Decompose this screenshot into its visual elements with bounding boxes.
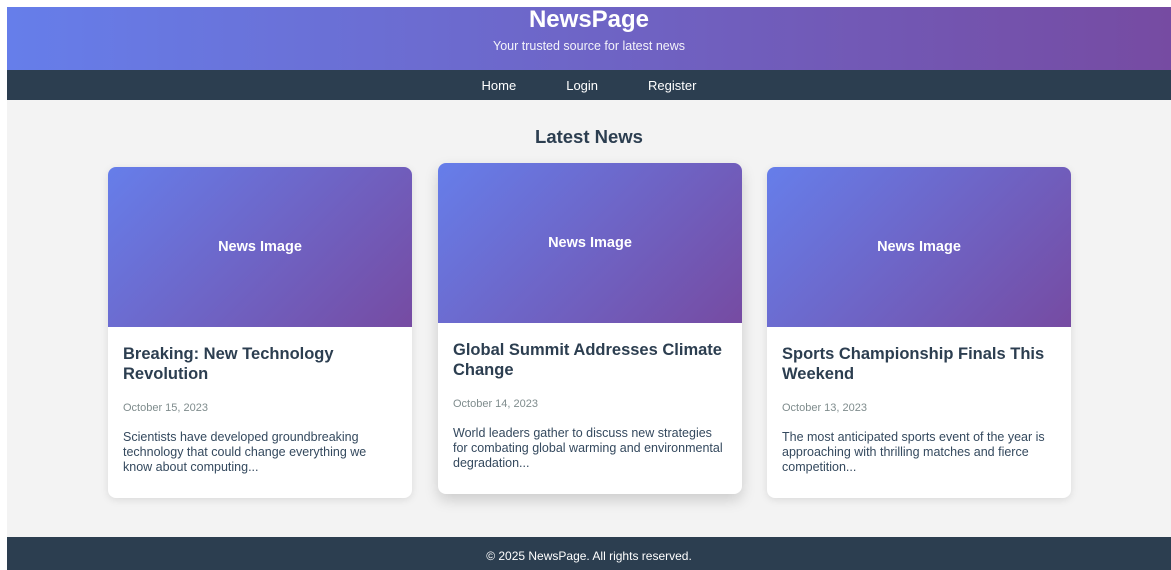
news-image-placeholder[interactable]: News Image <box>767 167 1071 327</box>
news-image-label: News Image <box>877 239 961 255</box>
section-title: Latest News <box>535 126 643 147</box>
site-tagline: Your trusted source for latest news <box>493 39 685 53</box>
card-body: Breaking: New Technology Revolution Octo… <box>108 327 412 475</box>
nav-link-register[interactable]: Register <box>648 78 696 93</box>
site-header: NewsPage Your trusted source for latest … <box>7 7 1171 70</box>
card-body: Sports Championship Finals This Weekend … <box>767 327 1071 475</box>
news-card[interactable]: News Image Global Summit Addresses Clima… <box>438 163 742 494</box>
news-title[interactable]: Sports Championship Finals This Weekend <box>782 344 1056 384</box>
news-date: October 13, 2023 <box>782 402 868 414</box>
news-excerpt: The most anticipated sports event of the… <box>782 430 1045 474</box>
page: NewsPage Your trusted source for latest … <box>7 7 1171 570</box>
nav-link-login[interactable]: Login <box>566 78 598 93</box>
nav-link-home[interactable]: Home <box>482 78 517 93</box>
news-date: October 15, 2023 <box>123 402 209 414</box>
news-date: October 14, 2023 <box>453 398 539 410</box>
news-title[interactable]: Breaking: New Technology Revolution <box>123 344 397 384</box>
site-footer: © 2025 NewsPage. All rights reserved. <box>7 537 1171 570</box>
news-image-label: News Image <box>218 239 302 255</box>
footer-copyright: © 2025 NewsPage. All rights reserved. <box>486 549 692 563</box>
news-card[interactable]: News Image Breaking: New Technology Revo… <box>108 167 412 498</box>
main-nav: Home Login Register <box>7 70 1171 100</box>
news-title[interactable]: Global Summit Addresses Climate Change <box>453 340 727 380</box>
site-title[interactable]: NewsPage <box>7 7 1171 33</box>
news-image-label: News Image <box>548 235 632 251</box>
news-excerpt: World leaders gather to discuss new stra… <box>453 426 723 470</box>
news-excerpt: Scientists have developed groundbreaking… <box>123 430 367 474</box>
card-body: Global Summit Addresses Climate Change O… <box>438 323 742 471</box>
main-content: Latest News News Image Breaking: New Tec… <box>7 100 1171 537</box>
news-image-placeholder[interactable]: News Image <box>438 163 742 323</box>
news-image-placeholder[interactable]: News Image <box>108 167 412 327</box>
news-card[interactable]: News Image Sports Championship Finals Th… <box>767 167 1071 498</box>
